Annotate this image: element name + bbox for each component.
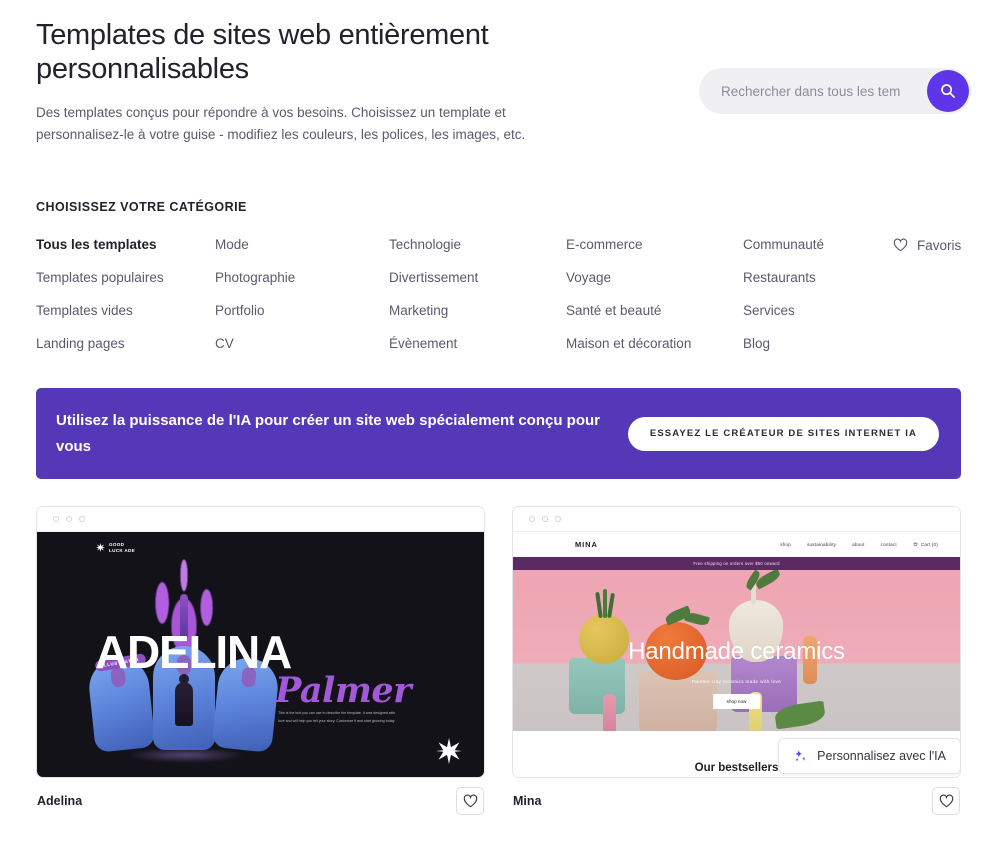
category-section: CHOISISSEZ VOTRE CATÉGORIE Tous les temp… xyxy=(36,200,971,353)
template-name: Mina xyxy=(513,794,542,808)
category-item-templates-vides[interactable]: Templates vides xyxy=(36,303,215,320)
mina-announcement-bar: Free shipping on orders over $50 onward xyxy=(513,557,960,570)
category-item-e-commerce[interactable]: E-commerce xyxy=(566,237,743,254)
template-name: Adelina xyxy=(37,794,83,808)
adelina-logo-line2: LUCK ADE xyxy=(109,547,135,553)
category-item-communaute[interactable]: Communauté xyxy=(743,237,893,254)
category-item-restaurants[interactable]: Restaurants xyxy=(743,270,893,287)
category-item-templates-populaires[interactable]: Templates populaires xyxy=(36,270,215,287)
starburst-icon xyxy=(436,738,462,764)
mina-bestsellers-title: Our bestsellers xyxy=(694,762,779,774)
heart-icon xyxy=(463,794,477,808)
mina-nav-shop[interactable]: shop xyxy=(780,542,791,547)
ai-promo-text: Utilisez la puissance de l'IA pour créer… xyxy=(56,411,600,455)
figure-silhouette xyxy=(174,674,193,726)
category-item-photographie[interactable]: Photographie xyxy=(215,270,389,287)
category-item-cv[interactable]: CV xyxy=(215,336,389,353)
plant-stem xyxy=(603,589,607,618)
search-icon xyxy=(941,84,955,98)
browser-dot-icon xyxy=(79,516,85,522)
template-preview-frame[interactable]: GOOD LUCK ADE ILLUSTRATOR ADELINA Palmer… xyxy=(36,506,485,778)
customize-with-ai-label: Personnalisez avec l'IA xyxy=(817,749,946,763)
favorite-button[interactable] xyxy=(456,787,484,815)
browser-chrome-bar xyxy=(513,507,960,532)
mina-nav-contact[interactable]: contact xyxy=(881,542,897,547)
templates-gallery-page: Templates de sites web entièrement perso… xyxy=(0,0,1007,841)
browser-dot-icon xyxy=(529,516,535,522)
category-item-services[interactable]: Services xyxy=(743,303,893,320)
ai-promo-banner: Utilisez la puissance de l'IA pour créer… xyxy=(36,388,961,479)
category-item-sante-et-beaute[interactable]: Santé et beauté xyxy=(566,303,743,320)
vase-yellow xyxy=(579,614,629,664)
category-item-portfolio[interactable]: Portfolio xyxy=(215,303,389,320)
browser-dot-icon xyxy=(66,516,72,522)
card-footer: Adelina xyxy=(36,778,485,824)
page-subtitle: Des templates conçus pour répondre à vos… xyxy=(36,105,526,143)
browser-dot-icon xyxy=(53,516,59,522)
adelina-logo: GOOD LUCK ADE xyxy=(96,542,135,553)
category-grid-spacer xyxy=(893,270,971,287)
search-input[interactable] xyxy=(721,83,927,99)
category-item-blog[interactable]: Blog xyxy=(743,336,893,353)
category-item-marketing[interactable]: Marketing xyxy=(389,303,566,320)
category-grid: Tous les templates Mode Technologie E-co… xyxy=(36,237,971,353)
starburst-icon xyxy=(96,543,105,553)
adelina-body-text: This is the text you can use to describe… xyxy=(278,711,396,723)
template-preview-frame[interactable]: MINA shop sustainability about contact C… xyxy=(512,506,961,778)
ai-website-builder-button[interactable]: ESSAYEZ LE CRÉATEUR DE SITES INTERNET IA xyxy=(627,416,939,451)
category-item-voyage[interactable]: Voyage xyxy=(566,270,743,287)
favorites-label: Favoris xyxy=(917,237,962,253)
category-item-maison-et-decoration[interactable]: Maison et décoration xyxy=(566,336,743,353)
adelina-title: ADELINA xyxy=(95,626,292,678)
template-card-mina[interactable]: MINA shop sustainability about contact C… xyxy=(512,506,961,824)
category-item-technologie[interactable]: Technologie xyxy=(389,237,566,254)
mina-brand: MINA xyxy=(575,540,598,549)
category-heading: CHOISISSEZ VOTRE CATÉGORIE xyxy=(36,200,247,214)
heart-icon xyxy=(939,794,953,808)
adelina-canvas: GOOD LUCK ADE ILLUSTRATOR ADELINA Palmer… xyxy=(37,532,484,777)
category-item-tous-les-templates[interactable]: Tous les templates xyxy=(36,237,215,254)
favorites-link[interactable]: Favoris xyxy=(893,237,971,254)
search-button[interactable] xyxy=(927,70,969,112)
mina-navbar: MINA shop sustainability about contact C… xyxy=(513,532,960,557)
pedestal-teal xyxy=(569,658,625,714)
card-footer: Mina xyxy=(512,778,961,824)
category-item-divertissement[interactable]: Divertissement xyxy=(389,270,566,287)
adelina-script-title: Palmer xyxy=(275,670,412,711)
mina-nav-about[interactable]: about xyxy=(852,542,865,547)
sparkles-icon xyxy=(795,750,806,761)
mina-hero: Handmade ceramics Painted clay ceramics … xyxy=(513,570,960,731)
browser-dot-icon xyxy=(555,516,561,522)
dust-effect xyxy=(101,744,271,766)
category-item-evenement[interactable]: Évènement xyxy=(389,336,566,353)
adelina-logo-text: GOOD LUCK ADE xyxy=(109,542,135,553)
page-title: Templates de sites web entièrement perso… xyxy=(36,19,489,86)
browser-chrome-bar xyxy=(37,507,484,532)
template-card-adelina[interactable]: GOOD LUCK ADE ILLUSTRATOR ADELINA Palmer… xyxy=(36,506,485,824)
mina-nav-links: shop sustainability about contact Cart (… xyxy=(780,542,938,547)
category-grid-spacer xyxy=(893,336,971,353)
cart-icon xyxy=(913,542,918,546)
category-item-mode[interactable]: Mode xyxy=(215,237,389,254)
browser-dot-icon xyxy=(542,516,548,522)
adelina-preview: GOOD LUCK ADE ILLUSTRATOR ADELINA Palmer… xyxy=(37,532,484,777)
mina-hero-subtitle: Painted clay ceramics made with love xyxy=(691,679,782,685)
mina-shop-now-button[interactable]: shop now xyxy=(712,693,761,709)
mina-cart-label: Cart (0) xyxy=(920,542,938,547)
template-card-grid: GOOD LUCK ADE ILLUSTRATOR ADELINA Palmer… xyxy=(36,506,961,824)
mina-cart[interactable]: Cart (0) xyxy=(913,542,938,547)
heart-icon xyxy=(893,238,908,252)
search-bar[interactable] xyxy=(699,68,971,114)
favorite-button[interactable] xyxy=(932,787,960,815)
customize-with-ai-button[interactable]: Personnalisez avec l'IA xyxy=(778,738,960,774)
candle-pink xyxy=(603,694,616,731)
category-grid-spacer xyxy=(893,303,971,320)
category-item-landing-pages[interactable]: Landing pages xyxy=(36,336,215,353)
mina-nav-sustainability[interactable]: sustainability xyxy=(807,542,836,547)
mina-hero-title: Handmade ceramics xyxy=(628,638,845,666)
